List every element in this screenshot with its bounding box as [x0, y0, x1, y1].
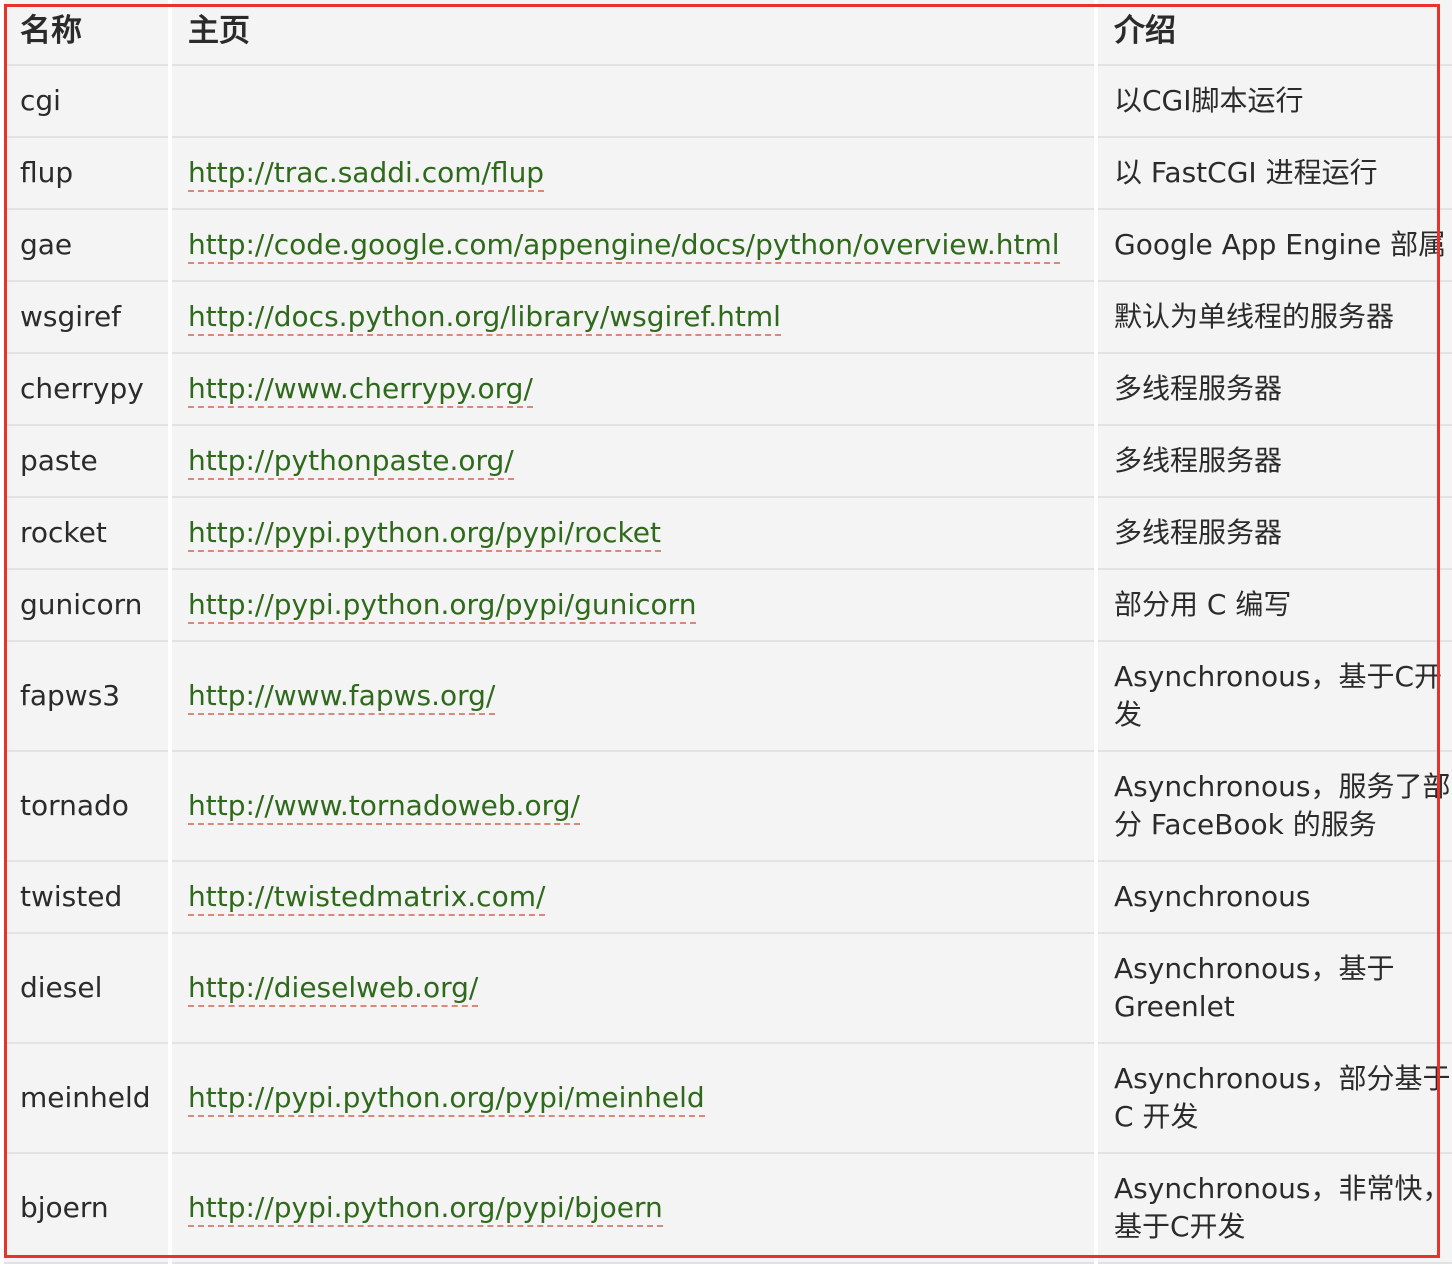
description-cell: 以CGI脚本运行	[1098, 66, 1452, 138]
homepage-cell: http://dieselweb.org/	[172, 934, 1094, 1044]
homepage-link[interactable]: http://docs.python.org/library/wsgiref.h…	[188, 300, 781, 336]
server-name-cell: fapws3	[4, 642, 168, 752]
table-row: diesel http://dieselweb.org/Asynchronous，…	[4, 934, 1452, 1044]
server-name-cell: gunicorn	[4, 570, 168, 642]
header-homepage: 主页	[172, 0, 1094, 66]
homepage-cell: http://pythonpaste.org/	[172, 426, 1094, 498]
homepage-link[interactable]: http://www.cherrypy.org/	[188, 372, 533, 408]
description-cell: Google App Engine 部属	[1098, 210, 1452, 282]
description-cell: 默认为单线程的服务器	[1098, 282, 1452, 354]
server-name-cell: cgi	[4, 66, 168, 138]
homepage-cell: http://docs.python.org/library/wsgiref.h…	[172, 282, 1094, 354]
header-row: 名称 主页 介绍	[4, 0, 1452, 66]
document-frame: 名称 主页 介绍 cgi 以CGI脚本运行 flup http://trac.sadd…	[0, 0, 1452, 1270]
table-row: bjoern http://pypi.python.org/pypi/bjoern…	[4, 1154, 1452, 1264]
table-row: paste http://pythonpaste.org/多线程服务器	[4, 426, 1452, 498]
server-name-cell: meinheld	[4, 1044, 168, 1154]
server-table: 名称 主页 介绍 cgi 以CGI脚本运行 flup http://trac.sadd…	[0, 0, 1452, 1264]
table-row: fapws3 http://www.fapws.org/Asynchronous，…	[4, 642, 1452, 752]
server-name-cell: wsgiref	[4, 282, 168, 354]
homepage-link[interactable]: http://pypi.python.org/pypi/gunicorn	[188, 588, 697, 624]
table-row: rocket http://pypi.python.org/pypi/rocket…	[4, 498, 1452, 570]
description-cell: 多线程服务器	[1098, 498, 1452, 570]
homepage-link[interactable]: http://pypi.python.org/pypi/meinheld	[188, 1081, 705, 1117]
table-row: wsgiref http://docs.python.org/library/ws…	[4, 282, 1452, 354]
server-name-cell: tornado	[4, 752, 168, 862]
table-row: gae http://code.google.com/appengine/docs…	[4, 210, 1452, 282]
table-row: meinheld http://pypi.python.org/pypi/mein…	[4, 1044, 1452, 1154]
homepage-link[interactable]: http://pypi.python.org/pypi/rocket	[188, 516, 661, 552]
table-row: tornado http://www.tornadoweb.org/Asynchr…	[4, 752, 1452, 862]
server-name-cell: gae	[4, 210, 168, 282]
table-row: flup http://trac.saddi.com/flup 以 FastCGI …	[4, 138, 1452, 210]
table-row: cgi 以CGI脚本运行	[4, 66, 1452, 138]
description-cell: 以 FastCGI 进程运行	[1098, 138, 1452, 210]
description-cell: 多线程服务器	[1098, 426, 1452, 498]
homepage-cell: http://pypi.python.org/pypi/rocket	[172, 498, 1094, 570]
homepage-link[interactable]: http://twistedmatrix.com/	[188, 880, 546, 916]
homepage-cell: http://www.cherrypy.org/	[172, 354, 1094, 426]
server-name-cell: flup	[4, 138, 168, 210]
homepage-link[interactable]: http://pypi.python.org/pypi/bjoern	[188, 1191, 663, 1227]
homepage-link[interactable]: http://trac.saddi.com/flup	[188, 156, 545, 192]
table-row: twisted http://twistedmatrix.com/Asynchro…	[4, 862, 1452, 934]
table-header: 名称 主页 介绍	[4, 0, 1452, 66]
description-cell: Asynchronous，基于 Greenlet	[1098, 934, 1452, 1044]
header-name: 名称	[4, 0, 168, 66]
server-name-cell: twisted	[4, 862, 168, 934]
server-name-cell: bjoern	[4, 1154, 168, 1264]
homepage-cell: http://trac.saddi.com/flup	[172, 138, 1094, 210]
header-intro: 介绍	[1098, 0, 1452, 66]
homepage-cell: http://pypi.python.org/pypi/bjoern	[172, 1154, 1094, 1264]
table-body: cgi 以CGI脚本运行 flup http://trac.saddi.com/flu…	[4, 66, 1452, 1264]
homepage-link[interactable]: http://code.google.com/appengine/docs/py…	[188, 228, 1060, 264]
homepage-cell	[172, 66, 1094, 138]
table-row: cherrypy http://www.cherrypy.org/多线程服务器	[4, 354, 1452, 426]
homepage-cell: http://pypi.python.org/pypi/gunicorn	[172, 570, 1094, 642]
table-row: gunicorn http://pypi.python.org/pypi/guni…	[4, 570, 1452, 642]
description-cell: Asynchronous	[1098, 862, 1452, 934]
homepage-cell: http://www.tornadoweb.org/	[172, 752, 1094, 862]
homepage-cell: http://www.fapws.org/	[172, 642, 1094, 752]
homepage-cell: http://code.google.com/appengine/docs/py…	[172, 210, 1094, 282]
server-name-cell: diesel	[4, 934, 168, 1044]
description-cell: 多线程服务器	[1098, 354, 1452, 426]
homepage-link[interactable]: http://dieselweb.org/	[188, 971, 479, 1007]
homepage-link[interactable]: http://www.fapws.org/	[188, 679, 496, 715]
server-name-cell: rocket	[4, 498, 168, 570]
server-name-cell: paste	[4, 426, 168, 498]
description-cell: Asynchronous，非常快，基于C开发	[1098, 1154, 1452, 1264]
homepage-cell: http://twistedmatrix.com/	[172, 862, 1094, 934]
homepage-link[interactable]: http://www.tornadoweb.org/	[188, 789, 580, 825]
description-cell: 部分用 C 编写	[1098, 570, 1452, 642]
homepage-cell: http://pypi.python.org/pypi/meinheld	[172, 1044, 1094, 1154]
description-cell: Asynchronous，服务了部分 FaceBook 的服务	[1098, 752, 1452, 862]
server-name-cell: cherrypy	[4, 354, 168, 426]
homepage-link[interactable]: http://pythonpaste.org/	[188, 444, 514, 480]
description-cell: Asynchronous，部分基于 C 开发	[1098, 1044, 1452, 1154]
description-cell: Asynchronous，基于C开发	[1098, 642, 1452, 752]
